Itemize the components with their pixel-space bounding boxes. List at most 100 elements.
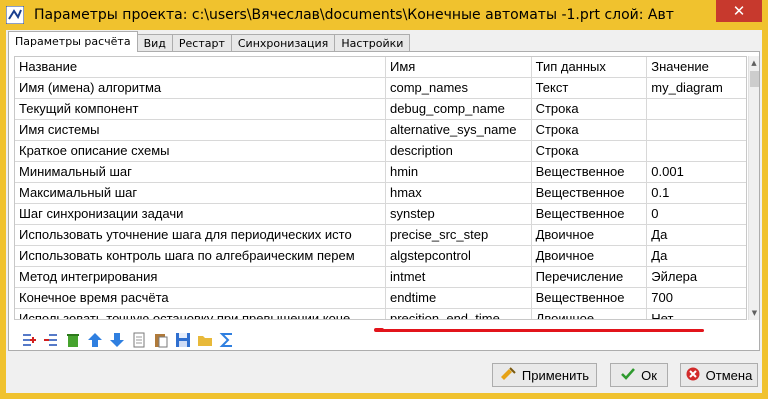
tab-restart[interactable]: Рестарт	[171, 34, 232, 52]
cell-value[interactable]: 0.001	[647, 162, 746, 182]
scroll-up-arrow-icon[interactable]: ▲	[749, 56, 759, 70]
cell-value[interactable]: Да	[647, 225, 746, 245]
red-annotation-underline	[378, 329, 704, 332]
apply-button-label: Применить	[521, 367, 590, 383]
cell-value[interactable]: Эйлера	[647, 267, 746, 287]
scroll-down-arrow-icon[interactable]: ▼	[749, 306, 760, 320]
cell-identifier: debug_comp_name	[386, 99, 532, 119]
table-row[interactable]: Конечное время расчёта endtime Веществен…	[15, 288, 746, 309]
app-icon	[6, 6, 24, 24]
delete-icon[interactable]	[64, 331, 82, 349]
tab-panel: Название Имя Тип данных Значение Имя (им…	[8, 51, 760, 351]
cell-title: Использовать контроль шага по алгебраиче…	[15, 246, 386, 266]
parameters-table: Название Имя Тип данных Значение Имя (им…	[14, 56, 747, 320]
cell-data-type: Строка	[532, 120, 648, 140]
cell-value[interactable]: Нет	[647, 309, 746, 319]
column-header-data-type[interactable]: Тип данных	[531, 57, 648, 77]
sum-icon[interactable]	[218, 331, 236, 349]
table-row[interactable]: Метод интегрирования intmet Перечисление…	[15, 267, 746, 288]
tab-calculation-parameters[interactable]: Параметры расчёта	[8, 31, 138, 52]
cell-identifier: synstep	[386, 204, 532, 224]
table-row[interactable]: Максимальный шаг hmax Вещественное 0.1	[15, 183, 746, 204]
cell-identifier: algstepcontrol	[386, 246, 532, 266]
tab-strip: Параметры расчёта Вид Рестарт Синхрониза…	[8, 31, 411, 52]
table-vertical-scrollbar[interactable]: ▲ ▼	[748, 56, 759, 320]
table-row[interactable]: Имя (имена) алгоритма comp_names Текст m…	[15, 78, 746, 99]
dialog-client-area: Параметры расчёта Вид Рестарт Синхрониза…	[6, 30, 762, 393]
copy-icon[interactable]	[130, 331, 148, 349]
table-row[interactable]: Использовать уточнение шага для периодич…	[15, 225, 746, 246]
title-bar[interactable]: Параметры проекта: c:\users\Вячеслав\doc…	[0, 0, 768, 30]
cell-data-type: Текст	[532, 78, 648, 98]
cell-identifier: description	[386, 141, 532, 161]
cell-identifier: intmet	[386, 267, 532, 287]
cell-data-type: Строка	[532, 141, 648, 161]
table-row[interactable]: Краткое описание схемы description Строк…	[15, 141, 746, 162]
cancel-icon	[686, 367, 700, 384]
cell-data-type: Двоичное	[532, 225, 648, 245]
window-close-button[interactable]: ✕	[716, 0, 762, 22]
cell-identifier: precition_end_time	[386, 309, 532, 319]
ok-button[interactable]: Ок	[610, 363, 668, 387]
save-icon[interactable]	[174, 331, 192, 349]
column-header-value[interactable]: Значение	[647, 57, 746, 77]
move-down-icon[interactable]	[108, 331, 126, 349]
cell-title: Использовать точную остановку при превыш…	[15, 309, 386, 319]
cell-value[interactable]	[647, 120, 746, 140]
column-header-name-title[interactable]: Название	[15, 57, 386, 77]
cell-identifier: hmin	[386, 162, 532, 182]
cell-value[interactable]	[647, 99, 746, 119]
table-row[interactable]: Использовать точную остановку при превыш…	[15, 309, 746, 319]
cell-value[interactable]: my_diagram	[647, 78, 746, 98]
remove-rows-icon[interactable]	[42, 331, 60, 349]
table-row[interactable]: Использовать контроль шага по алгебраиче…	[15, 246, 746, 267]
ok-button-label: Ок	[641, 367, 657, 383]
add-rows-icon[interactable]	[20, 331, 38, 349]
table-toolbar	[20, 330, 236, 350]
cell-title: Конечное время расчёта	[15, 288, 386, 308]
cell-title: Краткое описание схемы	[15, 141, 386, 161]
table-row[interactable]: Минимальный шаг hmin Вещественное 0.001	[15, 162, 746, 183]
column-header-identifier[interactable]: Имя	[385, 57, 532, 77]
cell-data-type: Двоичное	[532, 309, 648, 319]
scrollbar-thumb[interactable]	[750, 71, 759, 87]
move-up-icon[interactable]	[86, 331, 104, 349]
cell-identifier: hmax	[386, 183, 532, 203]
paste-icon[interactable]	[152, 331, 170, 349]
cell-data-type: Перечисление	[532, 267, 648, 287]
cell-data-type: Вещественное	[532, 288, 648, 308]
table-header: Название Имя Тип данных Значение	[15, 57, 746, 78]
cell-title: Имя системы	[15, 120, 386, 140]
cell-value[interactable]: 700	[647, 288, 746, 308]
cancel-button[interactable]: Отмена	[680, 363, 758, 387]
open-folder-icon[interactable]	[196, 331, 214, 349]
cell-title: Метод интегрирования	[15, 267, 386, 287]
cell-identifier: endtime	[386, 288, 532, 308]
tab-settings[interactable]: Настройки	[334, 34, 411, 52]
project-parameters-window: Параметры проекта: c:\users\Вячеслав\doc…	[0, 0, 768, 399]
tab-view[interactable]: Вид	[136, 34, 173, 52]
cell-title: Использовать уточнение шага для периодич…	[15, 225, 386, 245]
table-row[interactable]: Имя системы alternative_sys_name Строка	[15, 120, 746, 141]
table-row[interactable]: Шаг синхронизации задачи synstep Веществ…	[15, 204, 746, 225]
cell-data-type: Строка	[532, 99, 648, 119]
cell-title: Шаг синхронизации задачи	[15, 204, 386, 224]
cell-value[interactable]: 0	[647, 204, 746, 224]
cell-value[interactable]	[647, 141, 746, 161]
tab-synchronization[interactable]: Синхронизация	[230, 34, 336, 52]
cell-title: Имя (имена) алгоритма	[15, 78, 386, 98]
cell-identifier: comp_names	[386, 78, 532, 98]
cell-identifier: alternative_sys_name	[386, 120, 532, 140]
apply-button[interactable]: Применить	[492, 363, 597, 387]
cancel-button-label: Отмена	[705, 367, 753, 383]
cell-value[interactable]: Да	[647, 246, 746, 266]
cell-title: Максимальный шаг	[15, 183, 386, 203]
cell-data-type: Двоичное	[532, 246, 648, 266]
cell-data-type: Вещественное	[532, 183, 648, 203]
apply-icon	[500, 366, 516, 384]
cell-title: Минимальный шаг	[15, 162, 386, 182]
cell-data-type: Вещественное	[532, 204, 648, 224]
table-row[interactable]: Текущий компонент debug_comp_name Строка	[15, 99, 746, 120]
check-icon	[621, 367, 636, 383]
cell-value[interactable]: 0.1	[647, 183, 746, 203]
